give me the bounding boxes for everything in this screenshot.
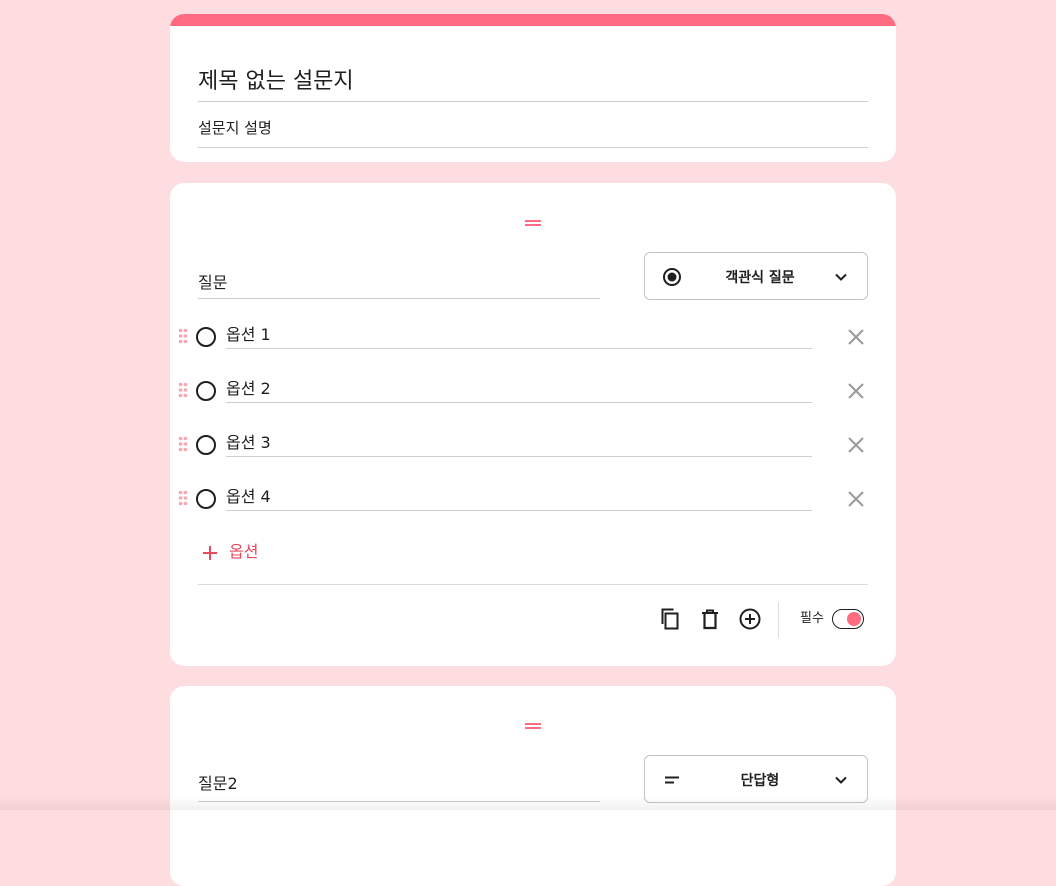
chevron-down-icon [835,273,847,281]
question-title-field[interactable]: 질문 [198,267,600,299]
option-text-field[interactable]: 옵션 1 [226,323,812,349]
question-card: 질문 객관식 질문 옵션 1 옵션 2 옵션 3 옵션 4 옵션 필수 [170,183,896,666]
option-row: 옵션 3 [170,431,896,485]
option-row: 옵션 2 [170,377,896,431]
form-header-card: 제목 없는 설문지 설문지 설명 [170,14,896,162]
bottom-fade [0,796,1056,810]
copy-icon[interactable] [658,607,682,631]
chevron-down-icon [835,776,847,784]
short-text-icon [665,776,679,784]
radio-icon [196,327,216,347]
close-icon[interactable] [846,381,866,401]
close-icon[interactable] [846,489,866,509]
option-text-field[interactable]: 옵션 2 [226,377,812,403]
accent-bar [170,14,896,26]
question-type-dropdown[interactable]: 객관식 질문 [644,252,868,300]
question-card: 질문2 단답형 [170,686,896,886]
radio-checked-icon [663,268,681,286]
option-text-field[interactable]: 옵션 3 [226,431,812,457]
footer-divider [198,584,868,585]
option-text-field[interactable]: 옵션 4 [226,485,812,511]
form-title-field[interactable]: 제목 없는 설문지 [198,66,868,102]
form-description-field[interactable]: 설문지 설명 [198,110,868,148]
required-label: 필수 [800,611,824,626]
drag-grip-icon[interactable] [178,328,188,344]
question-type-label: 객관식 질문 [725,270,795,286]
required-toggle[interactable] [832,609,864,629]
drag-grip-icon[interactable] [178,490,188,506]
add-option-button[interactable]: 옵션 [200,541,280,565]
drag-handle-icon[interactable] [525,220,541,226]
radio-icon [196,435,216,455]
drag-grip-icon[interactable] [178,382,188,398]
radio-icon [196,381,216,401]
close-icon[interactable] [846,327,866,347]
question-type-label: 단답형 [740,773,780,789]
drag-grip-icon[interactable] [178,436,188,452]
option-row: 옵션 4 [170,485,896,539]
radio-icon [196,489,216,509]
add-option-label: 옵션 [229,542,259,561]
plus-icon [203,546,217,560]
footer-separator [778,602,779,638]
trash-icon[interactable] [698,607,722,631]
drag-handle-icon[interactable] [525,723,541,729]
option-row: 옵션 1 [170,323,896,377]
close-icon[interactable] [846,435,866,455]
toggle-knob [847,612,861,626]
add-circle-icon[interactable] [738,607,762,631]
